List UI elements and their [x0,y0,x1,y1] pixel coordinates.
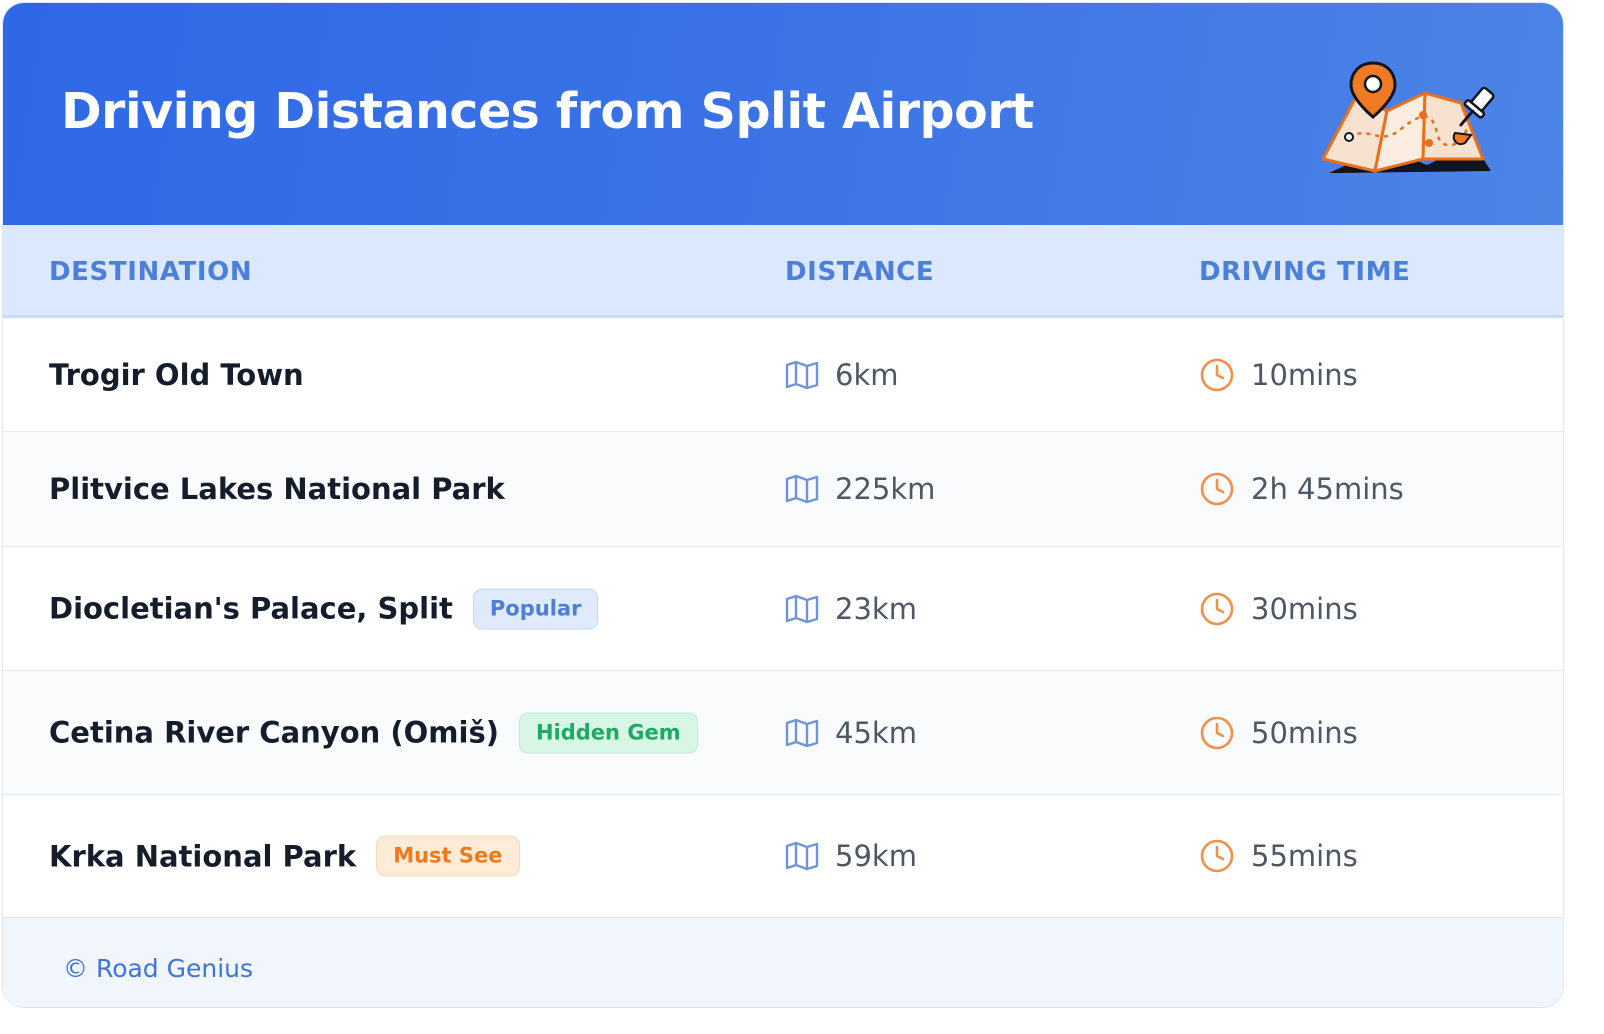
map-icon [785,718,819,747]
map-icon [785,594,819,623]
popular-badge: Popular [472,588,599,629]
distance-card: Driving Distances from Split Airport DES… [2,2,1564,1008]
clock-icon [1200,592,1234,625]
clock-icon [1200,716,1234,749]
destination-cell: Krka National Park Must See [49,835,520,877]
map-icon [785,474,819,504]
copyright-link[interactable]: © Road Genius [63,954,253,983]
must-see-badge: Must See [376,835,520,877]
card-footer: © Road Genius [3,917,1563,1007]
destination-cell: Plitvice Lakes National Park [49,472,505,506]
map-with-pins-icon [1321,61,1495,173]
clock-icon [1200,358,1234,391]
map-icon [785,360,819,389]
table-row: Cetina River Canyon (Omiš) Hidden Gem 45… [3,671,1563,795]
column-header-destination: DESTINATION [49,257,253,287]
distance-cell: 23km [785,592,917,626]
distance-value: 45km [835,715,917,750]
destination-name: Plitvice Lakes National Park [49,472,505,506]
clock-icon [1200,472,1234,506]
driving-time-value: 55mins [1251,839,1358,873]
distance-cell: 6km [785,358,899,392]
table-row: Trogir Old Town 6km 10mins [3,318,1563,432]
column-header-distance: DISTANCE [785,257,935,287]
driving-time-cell: 55mins [1199,838,1358,874]
driving-time-value: 50mins [1251,715,1358,750]
map-icon [785,841,819,871]
column-header-driving-time: DRIVING TIME [1199,257,1411,287]
distance-cell: 225km [785,472,935,506]
driving-time-cell: 10mins [1199,357,1358,393]
distance-cell: 45km [785,716,917,750]
destination-name: Trogir Old Town [49,357,304,392]
driving-time-value: 10mins [1251,357,1358,392]
driving-time-value: 30mins [1251,591,1358,626]
card-header: Driving Distances from Split Airport [3,3,1563,225]
destination-name: Krka National Park [49,839,357,873]
destination-cell: Diocletian's Palace, Split Popular [49,588,599,629]
hidden-gem-badge: Hidden Gem [518,712,698,753]
clock-icon [1200,839,1234,873]
driving-time-cell: 50mins [1199,715,1358,751]
distance-value: 59km [835,839,917,873]
table-row: Krka National Park Must See 59km 55mins [3,795,1563,917]
destination-name: Cetina River Canyon (Omiš) [49,715,499,750]
distance-cell: 59km [785,839,917,873]
driving-time-cell: 2h 45mins [1199,471,1404,507]
distance-value: 225km [835,472,936,506]
driving-time-cell: 30mins [1199,591,1358,627]
driving-time-value: 2h 45mins [1251,472,1404,506]
page-title: Driving Distances from Split Airport [61,83,1034,140]
destination-cell: Trogir Old Town [49,358,304,392]
table-header: DESTINATION DISTANCE DRIVING TIME [3,225,1563,318]
table-row: Plitvice Lakes National Park 225km 2h 45… [3,432,1563,547]
destination-name: Diocletian's Palace, Split [49,591,453,626]
distance-value: 6km [835,357,899,392]
distance-value: 23km [835,591,917,626]
destination-cell: Cetina River Canyon (Omiš) Hidden Gem [49,712,698,753]
table-row: Diocletian's Palace, Split Popular 23km … [3,547,1563,671]
